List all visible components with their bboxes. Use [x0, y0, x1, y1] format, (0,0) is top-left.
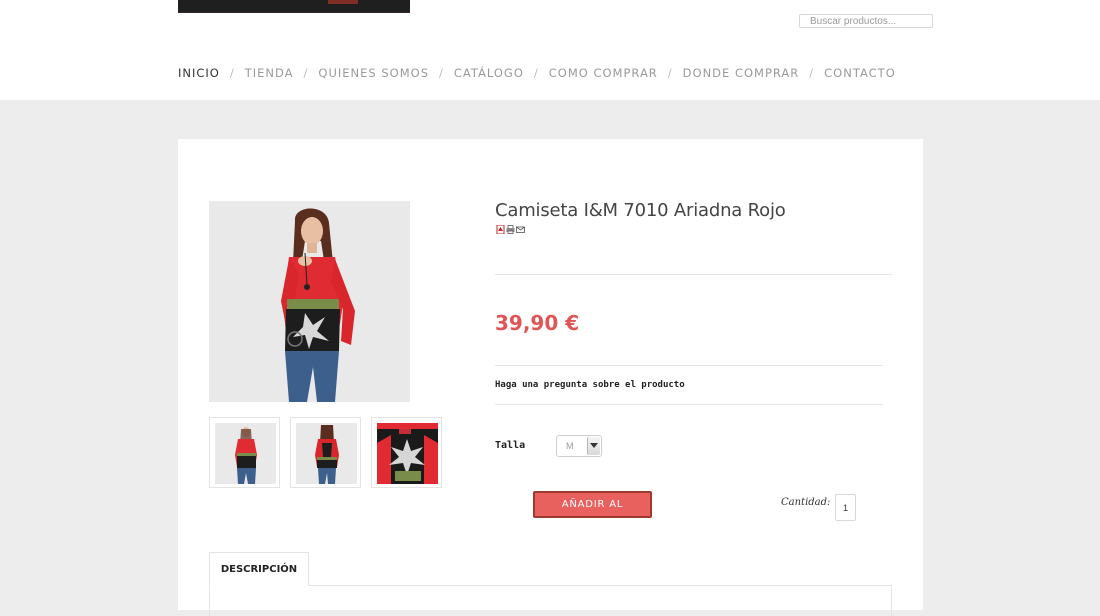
- nav-separator: /: [439, 66, 444, 80]
- product-tools: [496, 225, 525, 234]
- email-icon[interactable]: [516, 225, 525, 234]
- tab-descripcion[interactable]: DESCRIPCIÓN: [209, 552, 309, 586]
- thumbnail-front-image: [215, 423, 276, 484]
- product-thumbnail-1[interactable]: [209, 417, 280, 488]
- nav-separator: /: [533, 66, 539, 80]
- nav-separator: /: [809, 66, 815, 80]
- site-logo[interactable]: [178, 0, 410, 13]
- thumbnail-detail-image: [377, 423, 438, 484]
- site-header: INICIO / TIENDA / QUIENES SOMOS / CATÁLO…: [0, 0, 1100, 100]
- quantity-input[interactable]: [835, 494, 856, 521]
- divider: [495, 404, 883, 405]
- nav-item-tienda[interactable]: TIENDA: [245, 66, 294, 80]
- product-thumbnail-3[interactable]: [371, 417, 442, 488]
- product-main-image[interactable]: [209, 201, 410, 402]
- size-label: Talla: [495, 440, 526, 451]
- ask-question-link[interactable]: Haga una pregunta sobre el producto: [495, 380, 685, 390]
- quantity-label: Cantidad:: [781, 497, 831, 508]
- pdf-icon[interactable]: [496, 225, 505, 234]
- add-to-cart-button[interactable]: AÑADIR AL CARRITO: [533, 491, 652, 533]
- print-icon[interactable]: [506, 225, 515, 234]
- nav-separator: /: [229, 66, 235, 80]
- dropdown-arrow-icon[interactable]: [587, 437, 600, 455]
- product-thumbnail-2[interactable]: [290, 417, 361, 488]
- size-selected-value: M: [566, 441, 574, 451]
- nav-item-catalogo[interactable]: CATÁLOGO: [454, 66, 524, 80]
- nav-item-contacto[interactable]: CONTACTO: [824, 66, 896, 80]
- product-panel: Camiseta I&M 7010 Ariadna Rojo 39,90 € H…: [178, 139, 923, 616]
- main-nav: INICIO / TIENDA / QUIENES SOMOS / CATÁLO…: [178, 66, 896, 80]
- thumbnail-back-image: [296, 423, 357, 484]
- nav-item-inicio[interactable]: INICIO: [178, 66, 220, 80]
- nav-separator: /: [303, 66, 309, 80]
- nav-item-como-comprar[interactable]: COMO COMPRAR: [549, 66, 658, 80]
- product-title: Camiseta I&M 7010 Ariadna Rojo: [495, 200, 786, 221]
- size-select[interactable]: M: [556, 435, 602, 457]
- product-price: 39,90 €: [495, 311, 580, 335]
- tab-content: [209, 586, 892, 616]
- divider: [495, 365, 883, 366]
- model-photo: [209, 201, 410, 402]
- divider: [495, 274, 892, 275]
- nav-item-quienes-somos[interactable]: QUIENES SOMOS: [318, 66, 429, 80]
- search-input[interactable]: [799, 14, 933, 28]
- nav-separator: /: [667, 66, 673, 80]
- nav-item-donde-comprar[interactable]: DONDE COMPRAR: [683, 66, 800, 80]
